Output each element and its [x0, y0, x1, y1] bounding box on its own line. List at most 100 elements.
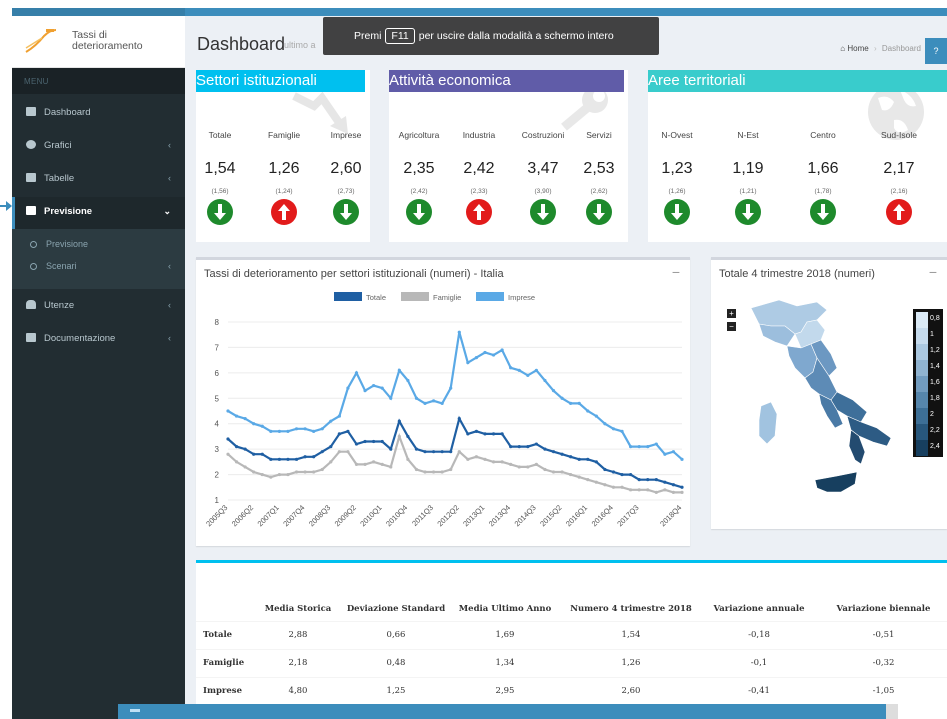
kpi-card-attivita: Attività economica Agricoltura 2,35 (2,4…: [389, 70, 628, 242]
data-point: [483, 457, 487, 461]
sidebar-item-grafici[interactable]: Grafici ‹: [12, 131, 185, 163]
breadcrumb: ⌂ Home › Dashboard: [840, 44, 921, 53]
sidebar-item-dashboard[interactable]: Dashboard: [12, 98, 185, 130]
data-point: [569, 401, 573, 405]
data-point: [637, 478, 641, 482]
dashboard-icon: [26, 107, 36, 116]
data-point: [431, 450, 436, 454]
kpi-famiglie: Famiglie 1,26 (1,24): [260, 130, 308, 225]
kpi-title: Attività economica: [389, 70, 624, 92]
sub-item-previsione[interactable]: Previsione: [12, 235, 185, 257]
data-point: [654, 442, 658, 446]
sidebar-item-utenze[interactable]: Utenze ‹: [12, 291, 185, 323]
data-point: [551, 470, 556, 474]
data-point: [431, 399, 436, 403]
data-point: [252, 422, 256, 426]
breadcrumb-separator: ›: [873, 44, 877, 53]
data-point: [551, 450, 556, 454]
y-tick-label: 5: [215, 394, 220, 403]
data-point: [363, 462, 367, 466]
data-point: [620, 485, 624, 489]
collapse-button[interactable]: −: [672, 264, 680, 280]
arrow-down-icon: [207, 199, 233, 225]
data-point: [491, 460, 496, 464]
kpi-sud-isole: Sud-Isole 2,17 (2,16): [873, 130, 925, 225]
data-point: [474, 429, 479, 433]
data-point: [260, 424, 264, 428]
data-point: [654, 478, 658, 482]
data-point: [234, 460, 239, 464]
data-point: [312, 429, 316, 433]
kpi-imprese: Imprese 2,60 (2,73): [324, 130, 368, 225]
x-tick-label: 2010Q1: [358, 503, 383, 528]
breadcrumb-home[interactable]: Home: [847, 44, 868, 53]
main-content: Settori istituzionali Totale 1,54 (1,56)…: [185, 68, 947, 719]
data-point: [569, 472, 573, 477]
data-point: [226, 409, 230, 413]
arrow-down-icon: [810, 199, 836, 225]
data-point: [466, 361, 470, 365]
data-point: [320, 450, 324, 454]
x-tick-label: 2010Q4: [384, 503, 409, 528]
chart-title: Tassi di deterioramento per settori isti…: [204, 268, 504, 280]
sidebar-item-tabelle[interactable]: Tabelle ‹: [12, 164, 185, 196]
data-point: [277, 472, 281, 477]
data-point: [312, 455, 316, 459]
data-point: [611, 427, 616, 431]
kpi-centro: Centro 1,66 (1,78): [798, 130, 848, 225]
user-icon: [26, 300, 36, 309]
help-button[interactable]: ?: [925, 38, 947, 64]
sidebar-item-previsione[interactable]: Previsione ⌄: [12, 197, 185, 229]
sidebar-item-documentazione[interactable]: Documentazione ‹: [12, 324, 185, 356]
data-point: [440, 470, 444, 474]
map-legend: 0,8 1 1,2 1,4 1,6 1,8 2 2,2 2,4: [913, 309, 943, 457]
data-point: [551, 389, 556, 393]
data-point: [243, 465, 247, 469]
data-point: [526, 465, 530, 469]
data-point: [354, 442, 359, 446]
data-point: [303, 470, 307, 474]
data-point: [603, 422, 607, 426]
data-point: [629, 445, 633, 449]
data-point: [637, 445, 641, 449]
scrollbar[interactable]: [886, 704, 898, 719]
data-point: [620, 429, 624, 433]
map-card: Totale 4 trimestre 2018 (numeri) − + − 0…: [711, 257, 947, 529]
logo-text: Tassi di deterioramento: [72, 29, 143, 52]
chevron-down-icon: ⌄: [163, 206, 171, 216]
sub-item-scenari[interactable]: Scenari ‹: [12, 257, 185, 279]
data-point: [449, 467, 453, 472]
data-point: [354, 462, 359, 466]
data-point: [500, 432, 504, 436]
kpi-card-settori: Settori istituzionali Totale 1,54 (1,56)…: [196, 70, 370, 242]
kpi-n-est: N-Est 1,19 (1,21): [723, 130, 773, 225]
data-point: [389, 447, 393, 451]
italy-map[interactable]: [731, 296, 911, 526]
data-point: [252, 452, 256, 456]
data-point: [654, 490, 658, 494]
table-row: Totale 2,88 0,66 1,69 1,54 -0,18 -0,51: [196, 620, 947, 649]
data-point: [517, 445, 521, 449]
kpi-servizi: Servizi 2,53 (2,62): [577, 130, 621, 225]
data-point: [260, 452, 264, 456]
chevron-left-icon: ‹: [168, 140, 171, 150]
x-tick-label: 2013Q1: [461, 503, 486, 528]
logo[interactable]: Tassi di deterioramento: [12, 16, 185, 68]
data-point: [277, 457, 281, 461]
f11-key: F11: [385, 28, 415, 44]
circle-icon: [30, 241, 37, 248]
data-point: [449, 450, 453, 454]
data-point: [329, 460, 333, 464]
minimize-icon[interactable]: [130, 709, 140, 712]
data-point: [346, 450, 350, 454]
collapse-button[interactable]: −: [929, 264, 937, 280]
legend-totale[interactable]: Totale: [334, 292, 386, 302]
data-point: [646, 488, 650, 492]
data-point: [577, 457, 581, 461]
legend-famiglie[interactable]: Famiglie: [401, 292, 461, 302]
x-tick-label: 2011Q3: [410, 503, 435, 528]
data-point: [337, 450, 341, 454]
data-point: [594, 414, 598, 418]
data-point: [252, 470, 256, 474]
legend-imprese[interactable]: Imprese: [476, 292, 535, 302]
